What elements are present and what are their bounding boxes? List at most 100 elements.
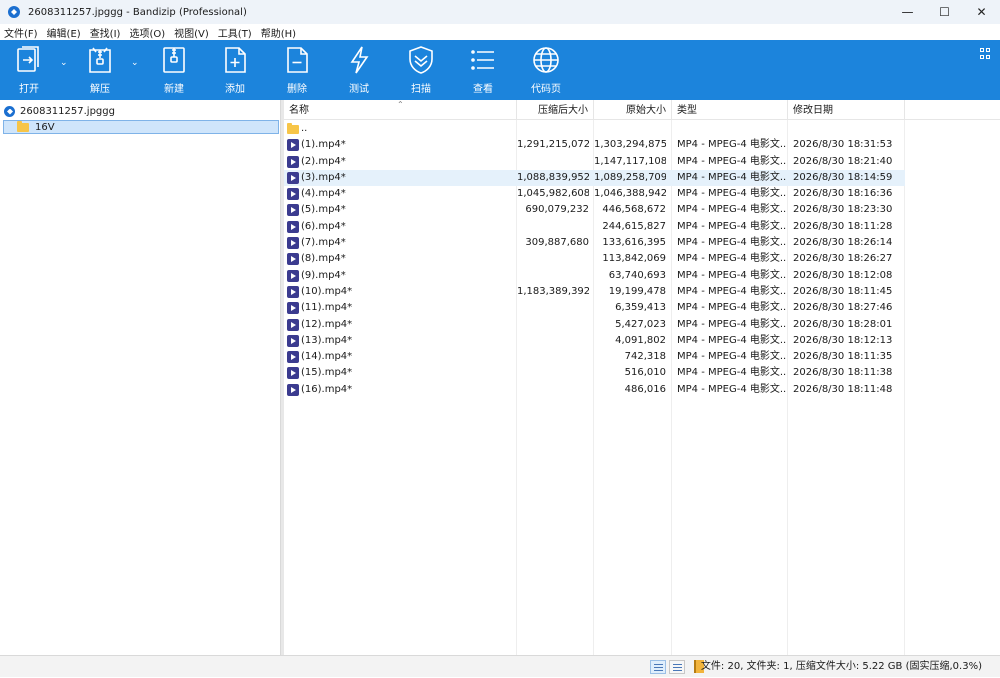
file-row[interactable]: (3).mp4* 1,088,839,952 1,089,258,709 MP4 - … [284, 169, 905, 187]
window-controls: — ☐ ✕ [889, 0, 1000, 24]
tree-folder-label: 16V [35, 121, 55, 133]
bandizip-window: 2608311257.jpggg - Bandizip (Professiona… [0, 0, 1000, 677]
file-compressed-size [517, 333, 589, 349]
parent-folder-row[interactable]: .. [284, 121, 905, 137]
delete-button[interactable]: 删除 [280, 44, 314, 98]
file-modified-date: 2026/8/30 18:28:01 [793, 318, 893, 330]
file-name: (2).mp4* [301, 155, 346, 167]
file-type: MP4 - MPEG-4 电影文... [677, 188, 787, 200]
close-button[interactable]: ✕ [963, 0, 1000, 24]
codepage-globe-icon [533, 47, 559, 73]
delete-label: 删除 [287, 84, 307, 95]
menu-view[interactable]: 视图(V) [174, 25, 209, 40]
file-modified-date: 2026/8/30 18:11:28 [793, 220, 893, 232]
extract-button[interactable]: 解压 [83, 44, 117, 98]
details-view-button[interactable] [650, 660, 666, 674]
menu-options[interactable]: 选项(O) [129, 25, 165, 40]
file-type: MP4 - MPEG-4 电影文... [677, 269, 787, 281]
open-button[interactable]: 打开 [12, 44, 46, 98]
file-compressed-size [517, 219, 589, 235]
maximize-button[interactable]: ☐ [926, 0, 963, 24]
file-compressed-size [517, 154, 589, 170]
preview-view-button[interactable] [669, 660, 685, 674]
file-row[interactable]: (13).mp4* 4,091,802 MP4 - MPEG-4 电影文... 202… [284, 333, 905, 349]
file-compressed-size: 1,291,215,072 [517, 139, 589, 151]
file-type: MP4 - MPEG-4 电影文... [677, 139, 787, 151]
menu-help[interactable]: 帮助(H) [261, 25, 296, 40]
test-button[interactable]: 测试 [342, 44, 376, 98]
open-dropdown-arrow[interactable]: ⌄ [60, 58, 68, 68]
file-modified-date: 2026/8/30 18:14:59 [793, 171, 893, 183]
column-modified-date[interactable]: 修改日期 [788, 100, 905, 120]
codepage-button[interactable]: 代码页 [526, 44, 566, 98]
file-row[interactable]: (12).mp4* 5,427,023 MP4 - MPEG-4 电影文... 202… [284, 317, 905, 333]
view-label: 查看 [473, 84, 493, 95]
new-archive-button[interactable]: 新建 [157, 44, 191, 98]
file-modified-date: 2026/8/30 18:11:45 [793, 285, 893, 297]
file-original-size: 244,615,827 [602, 220, 666, 232]
file-row[interactable]: (9).mp4* 63,740,693 MP4 - MPEG-4 电影文... 202… [284, 268, 905, 284]
file-row[interactable]: (5).mp4* 690,079,232 446,568,672 MP4 - MPEG… [284, 202, 905, 218]
file-row[interactable]: (14).mp4* 742,318 MP4 - MPEG-4 电影文... 2026/… [284, 349, 905, 365]
file-original-size: 6,359,413 [615, 302, 666, 314]
column-compressed-size[interactable]: 压缩后大小 [517, 100, 594, 120]
menu-edit[interactable]: 编辑(E) [47, 25, 81, 40]
file-name: (8).mp4* [301, 253, 346, 265]
file-name: (5).mp4* [301, 204, 346, 216]
archive-icon [4, 105, 15, 117]
folder-icon [17, 120, 29, 132]
file-compressed-size [517, 300, 589, 316]
file-modified-date: 2026/8/30 18:11:48 [793, 383, 893, 395]
file-modified-date: 2026/8/30 18:26:27 [793, 253, 893, 265]
file-name: (14).mp4* [301, 351, 353, 363]
file-row[interactable]: (16).mp4* 486,016 MP4 - MPEG-4 电影文... 2026/… [284, 382, 905, 398]
test-lightning-icon [350, 46, 369, 74]
column-type[interactable]: 类型 [672, 100, 788, 120]
file-row[interactable]: (6).mp4* 244,615,827 MP4 - MPEG-4 电影文... 20… [284, 219, 905, 235]
file-compressed-size [517, 365, 589, 381]
column-original-size[interactable]: 原始大小 [594, 100, 672, 120]
video-file-icon [287, 269, 299, 282]
layout-grid-icon[interactable] [980, 48, 991, 59]
extract-dropdown-arrow[interactable]: ⌄ [131, 58, 139, 68]
file-row[interactable]: (8).mp4* 113,842,069 MP4 - MPEG-4 电影文... 20… [284, 251, 905, 267]
file-row[interactable]: (15).mp4* 516,010 MP4 - MPEG-4 电影文... 2026/… [284, 365, 905, 381]
file-row[interactable]: (7).mp4* 309,887,680 133,616,395 MP4 - MPEG… [284, 235, 905, 251]
video-file-icon [287, 155, 299, 168]
file-row[interactable]: (1).mp4* 1,291,215,072 1,303,294,875 MP4 - … [284, 137, 905, 153]
file-original-size: 63,740,693 [608, 269, 666, 281]
folder-icon [287, 123, 299, 134]
add-button[interactable]: 添加 [218, 44, 252, 98]
file-modified-date: 2026/8/30 18:23:30 [793, 204, 893, 216]
file-modified-date: 2026/8/30 18:11:38 [793, 367, 893, 379]
tree-root-archive[interactable]: 2608311257.jpggg [4, 104, 115, 118]
file-row[interactable]: (11).mp4* 6,359,413 MP4 - MPEG-4 电影文... 202… [284, 300, 905, 316]
menu-file[interactable]: 文件(F) [4, 25, 38, 40]
file-type: MP4 - MPEG-4 电影文... [677, 220, 787, 232]
video-file-icon [287, 367, 299, 380]
video-file-icon [287, 351, 299, 364]
file-row[interactable]: (10).mp4* 1,183,389,392 19,199,478 MP4 - MP… [284, 284, 905, 300]
parent-folder-label: .. [301, 123, 308, 134]
menu-tools[interactable]: 工具(T) [218, 25, 252, 40]
file-name: (7).mp4* [301, 237, 346, 249]
file-row[interactable]: (2).mp4* 1,147,117,108 MP4 - MPEG-4 电影文...… [284, 154, 905, 170]
file-type: MP4 - MPEG-4 电影文... [677, 318, 787, 330]
file-original-size: 133,616,395 [602, 237, 666, 249]
video-file-icon [287, 334, 299, 347]
file-type: MP4 - MPEG-4 电影文... [677, 351, 787, 363]
file-rows: .. (1).mp4* 1,291,215,072 1,303,294,875 MP4… [284, 121, 1000, 398]
file-list: 名称 ⌃ 压缩后大小 原始大小 类型 修改日期 .. (1).mp4* 1,291… [284, 100, 1000, 655]
tree-folder-16v[interactable]: 16V [3, 120, 279, 134]
file-type: MP4 - MPEG-4 电影文... [677, 171, 787, 183]
scan-button[interactable]: 扫描 [404, 44, 438, 98]
add-label: 添加 [225, 84, 245, 95]
window-title: 2608311257.jpggg - Bandizip (Professiona… [28, 6, 247, 18]
bandizip-app-icon [8, 6, 20, 18]
file-original-size: 113,842,069 [602, 253, 666, 265]
menu-find[interactable]: 查找(I) [90, 25, 121, 40]
view-button[interactable]: 查看 [466, 44, 500, 98]
file-compressed-size: 1,088,839,952 [517, 171, 589, 183]
minimize-button[interactable]: — [889, 0, 926, 24]
file-row[interactable]: (4).mp4* 1,045,982,608 1,046,388,942 MP4 - … [284, 186, 905, 202]
